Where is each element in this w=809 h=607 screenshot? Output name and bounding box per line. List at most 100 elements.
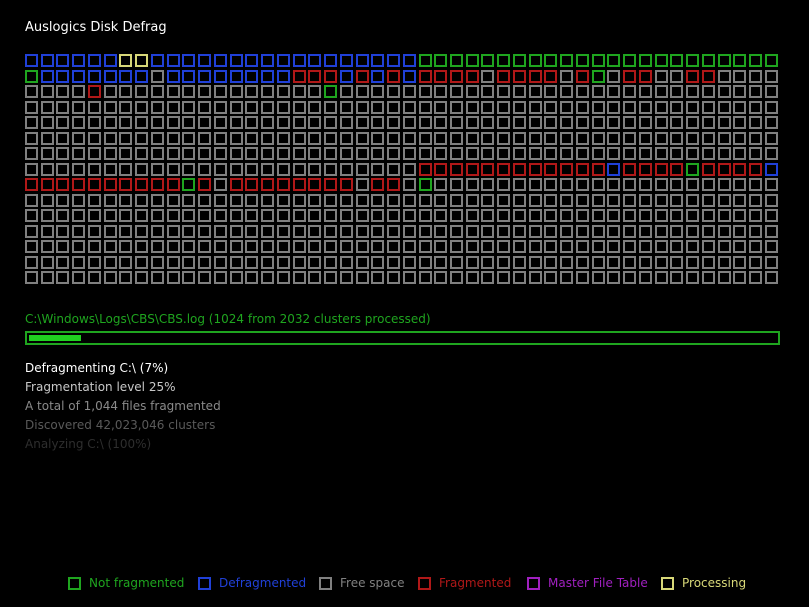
status-fragmentation-level: Fragmentation level 25% bbox=[25, 380, 176, 394]
cluster-cell-free-space bbox=[167, 271, 180, 284]
cluster-cell-free-space bbox=[135, 132, 148, 145]
cluster-cell-free-space bbox=[277, 209, 290, 222]
cluster-cell-free-space bbox=[466, 147, 479, 160]
cluster-cell-free-space bbox=[119, 101, 132, 114]
cluster-cell-free-space bbox=[544, 225, 557, 238]
cluster-cell-free-space bbox=[88, 271, 101, 284]
cluster-cell-free-space bbox=[670, 256, 683, 269]
cluster-cell-free-space bbox=[639, 101, 652, 114]
cluster-cell-free-space bbox=[308, 132, 321, 145]
cluster-cell-fragmented bbox=[576, 163, 589, 176]
cluster-cell-free-space bbox=[88, 209, 101, 222]
cluster-cell-free-space bbox=[529, 85, 542, 98]
cluster-cell-free-space bbox=[686, 147, 699, 160]
cluster-cell-free-space bbox=[403, 132, 416, 145]
cluster-cell-free-space bbox=[308, 116, 321, 129]
cluster-cell-defragmented bbox=[371, 54, 384, 67]
cluster-cell-free-space bbox=[686, 225, 699, 238]
cluster-cell-free-space bbox=[466, 116, 479, 129]
cluster-cell-free-space bbox=[340, 163, 353, 176]
cluster-cell-fragmented bbox=[544, 163, 557, 176]
cluster-cell-free-space bbox=[340, 132, 353, 145]
cluster-cell-defragmented bbox=[308, 54, 321, 67]
cluster-cell-free-space bbox=[607, 225, 620, 238]
cluster-cell-free-space bbox=[72, 116, 85, 129]
cluster-cell-free-space bbox=[340, 225, 353, 238]
cluster-cell-free-space bbox=[576, 178, 589, 191]
cluster-cell-free-space bbox=[670, 194, 683, 207]
cluster-cell-free-space bbox=[308, 271, 321, 284]
cluster-cell-free-space bbox=[25, 194, 38, 207]
cluster-cell-processing bbox=[135, 54, 148, 67]
cluster-cell-free-space bbox=[135, 225, 148, 238]
cluster-cell-defragmented bbox=[230, 70, 243, 83]
cluster-cell-fragmented bbox=[560, 163, 573, 176]
defragmented-swatch-icon bbox=[198, 576, 211, 590]
cluster-cell-free-space bbox=[371, 85, 384, 98]
cluster-cell-free-space bbox=[607, 178, 620, 191]
fragmented-swatch-icon bbox=[418, 576, 431, 590]
cluster-cell-free-space bbox=[560, 70, 573, 83]
cluster-cell-free-space bbox=[371, 240, 384, 253]
cluster-cell-free-space bbox=[308, 101, 321, 114]
cluster-cell-free-space bbox=[230, 209, 243, 222]
cluster-cell-free-space bbox=[230, 147, 243, 160]
progress-bar bbox=[25, 331, 780, 345]
cluster-cell-free-space bbox=[607, 194, 620, 207]
cluster-cell-free-space bbox=[733, 209, 746, 222]
cluster-cell-free-space bbox=[214, 240, 227, 253]
cluster-cell-fragmented bbox=[324, 70, 337, 83]
cluster-cell-free-space bbox=[497, 256, 510, 269]
cluster-cell-free-space bbox=[718, 116, 731, 129]
cluster-cell-free-space bbox=[135, 85, 148, 98]
cluster-cell-free-space bbox=[560, 147, 573, 160]
cluster-cell-free-space bbox=[560, 194, 573, 207]
cluster-cell-free-space bbox=[733, 271, 746, 284]
cluster-cell-free-space bbox=[544, 256, 557, 269]
cluster-cell-free-space bbox=[623, 85, 636, 98]
cluster-cell-free-space bbox=[702, 256, 715, 269]
cluster-cell-free-space bbox=[749, 240, 762, 253]
cluster-cell-free-space bbox=[686, 85, 699, 98]
cluster-cell-free-space bbox=[607, 271, 620, 284]
cluster-cell-defragmented bbox=[56, 54, 69, 67]
cluster-cell-free-space bbox=[450, 240, 463, 253]
cluster-cell-free-space bbox=[670, 209, 683, 222]
cluster-cell-free-space bbox=[214, 132, 227, 145]
cluster-cell-free-space bbox=[623, 194, 636, 207]
cluster-cell-fragmented bbox=[639, 70, 652, 83]
cluster-cell-free-space bbox=[25, 163, 38, 176]
cluster-cell-free-space bbox=[718, 178, 731, 191]
cluster-cell-fragmented bbox=[529, 163, 542, 176]
cluster-cell-free-space bbox=[497, 147, 510, 160]
cluster-cell-free-space bbox=[670, 116, 683, 129]
cluster-cell-free-space bbox=[403, 256, 416, 269]
cluster-cell-free-space bbox=[56, 194, 69, 207]
cluster-cell-fragmented bbox=[324, 178, 337, 191]
cluster-cell-free-space bbox=[356, 225, 369, 238]
cluster-cell-free-space bbox=[230, 85, 243, 98]
cluster-cell-not-fragmented bbox=[466, 54, 479, 67]
cluster-cell-free-space bbox=[277, 132, 290, 145]
cluster-cell-free-space bbox=[749, 178, 762, 191]
cluster-cell-fragmented bbox=[119, 178, 132, 191]
cluster-cell-free-space bbox=[544, 132, 557, 145]
cluster-cell-free-space bbox=[245, 225, 258, 238]
cluster-cell-free-space bbox=[419, 116, 432, 129]
cluster-cell-free-space bbox=[167, 147, 180, 160]
cluster-cell-fragmented bbox=[655, 163, 668, 176]
cluster-cell-free-space bbox=[56, 240, 69, 253]
cluster-cell-free-space bbox=[56, 101, 69, 114]
cluster-cell-fragmented bbox=[576, 70, 589, 83]
cluster-cell-fragmented bbox=[151, 178, 164, 191]
cluster-cell-free-space bbox=[560, 256, 573, 269]
cluster-cell-free-space bbox=[749, 132, 762, 145]
cluster-cell-free-space bbox=[623, 132, 636, 145]
cluster-cell-free-space bbox=[450, 101, 463, 114]
cluster-cell-free-space bbox=[497, 194, 510, 207]
cluster-cell-free-space bbox=[718, 271, 731, 284]
legend-item-master-file-table: Master File Table bbox=[527, 576, 648, 590]
cluster-cell-free-space bbox=[497, 225, 510, 238]
cluster-cell-free-space bbox=[560, 209, 573, 222]
cluster-cell-free-space bbox=[135, 147, 148, 160]
